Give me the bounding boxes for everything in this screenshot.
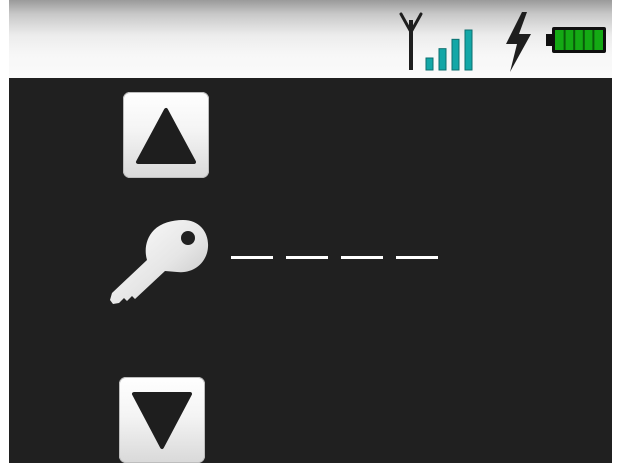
battery-segment-divider (582, 30, 585, 50)
battery-tip (546, 34, 553, 46)
triangle-up-icon (136, 108, 196, 164)
device-frame (0, 0, 621, 468)
screen (9, 0, 612, 463)
pin-digit-slot (396, 256, 438, 259)
battery-segment-divider (592, 30, 595, 50)
key-icon (110, 220, 209, 304)
signal-bar (464, 29, 473, 71)
status-bar (9, 0, 612, 78)
battery-segment-divider (573, 30, 576, 50)
pin-digit-slot (341, 256, 383, 259)
signal-bar (451, 38, 460, 71)
antenna-icon (399, 12, 423, 70)
pin-digit-slot (231, 256, 273, 259)
pin-digit-slot (286, 256, 328, 259)
battery-segment-divider (563, 30, 566, 50)
scroll-down-button[interactable] (119, 377, 205, 463)
signal-strength-icon (425, 29, 473, 71)
charging-bolt-icon (506, 12, 531, 72)
signal-bar (438, 48, 447, 71)
triangle-down-icon (132, 392, 192, 449)
battery-fill (555, 30, 603, 50)
scroll-up-button[interactable] (123, 92, 209, 178)
pin-input[interactable] (231, 256, 438, 259)
signal-bar (425, 57, 434, 71)
battery-icon (546, 27, 606, 53)
